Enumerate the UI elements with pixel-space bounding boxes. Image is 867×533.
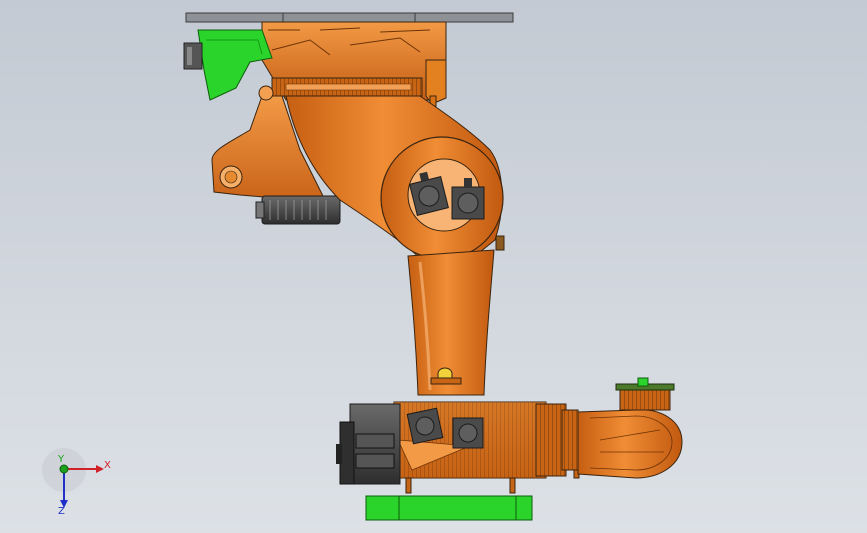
y-axis-dot bbox=[59, 464, 69, 474]
wrist-motor-left[interactable] bbox=[406, 407, 444, 445]
wrist-motor-right[interactable] bbox=[452, 417, 484, 449]
base-housing[interactable] bbox=[261, 21, 447, 107]
coordinate-triad: X Y Z bbox=[42, 448, 111, 517]
wrist-nose[interactable] bbox=[577, 409, 683, 479]
cable-clamp[interactable] bbox=[495, 235, 505, 251]
x-axis-label: X bbox=[104, 460, 111, 471]
y-axis-label: Y bbox=[57, 454, 65, 465]
green-connector-box[interactable] bbox=[183, 29, 273, 101]
model-viewport[interactable]: X Y Z bbox=[0, 0, 867, 533]
mounting-plate[interactable] bbox=[185, 12, 514, 23]
green-base-block[interactable] bbox=[365, 495, 533, 521]
axis-motor-small[interactable] bbox=[255, 195, 341, 225]
z-axis-label: Z bbox=[58, 506, 65, 517]
tool-flange[interactable] bbox=[615, 377, 675, 411]
forearm-motor-pack[interactable] bbox=[336, 403, 401, 485]
